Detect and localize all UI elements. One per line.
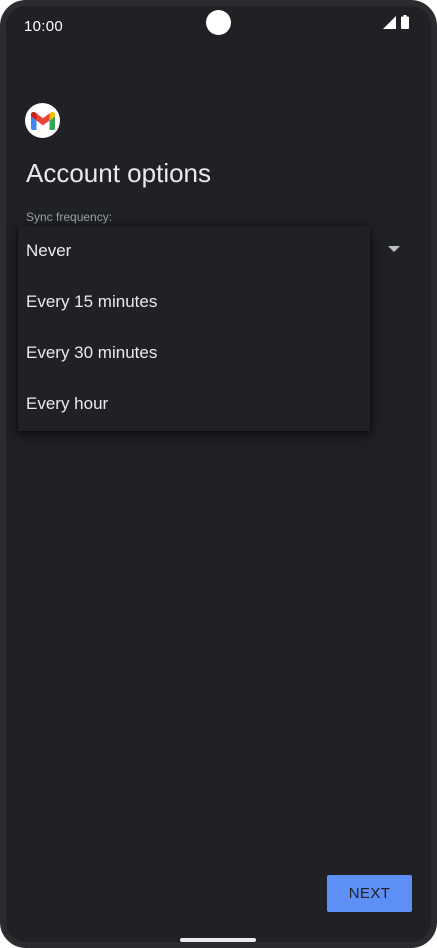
- next-button[interactable]: NEXT: [327, 875, 412, 912]
- option-every-15-minutes[interactable]: Every 15 minutes: [26, 290, 157, 314]
- option-every-hour[interactable]: Every hour: [26, 392, 108, 416]
- status-bar: 10:00: [6, 6, 431, 46]
- option-every-30-minutes[interactable]: Every 30 minutes: [26, 341, 157, 365]
- sync-frequency-dropdown: Never Every 15 minutes Every 30 minutes …: [18, 226, 370, 431]
- front-camera: [206, 10, 231, 35]
- phone-screen: 10:00 Account options Sync frequency: Ne…: [0, 0, 437, 948]
- gmail-logo: [25, 103, 60, 138]
- signal-icon: [383, 15, 396, 29]
- sync-frequency-label: Sync frequency:: [26, 210, 113, 224]
- battery-icon: [401, 15, 409, 29]
- navigation-handle[interactable]: [180, 938, 256, 942]
- page-title: Account options: [26, 158, 212, 188]
- option-never[interactable]: Never: [26, 239, 71, 263]
- dropdown-arrow-icon[interactable]: [388, 246, 400, 252]
- status-icons: [383, 15, 409, 29]
- status-time: 10:00: [24, 18, 64, 35]
- gmail-icon: [30, 111, 55, 130]
